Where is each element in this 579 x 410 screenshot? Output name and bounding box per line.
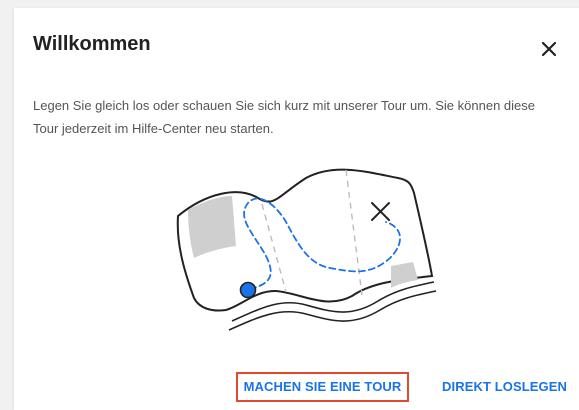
treasure-map-illustration xyxy=(176,168,437,331)
welcome-dialog: Willkommen Legen Sie gleich los oder sch… xyxy=(14,8,579,410)
map-patch-right xyxy=(391,262,418,288)
dialog-description: Legen Sie gleich los oder schauen Sie si… xyxy=(33,98,535,136)
start-now-button[interactable]: DIREKT LOSLEGEN xyxy=(442,374,567,400)
close-icon xyxy=(541,41,557,57)
map-start-marker xyxy=(239,281,257,299)
close-button[interactable] xyxy=(538,38,560,60)
take-tour-button[interactable]: MACHEN SIE EINE TOUR xyxy=(236,372,409,402)
dialog-title: Willkommen xyxy=(33,33,151,55)
